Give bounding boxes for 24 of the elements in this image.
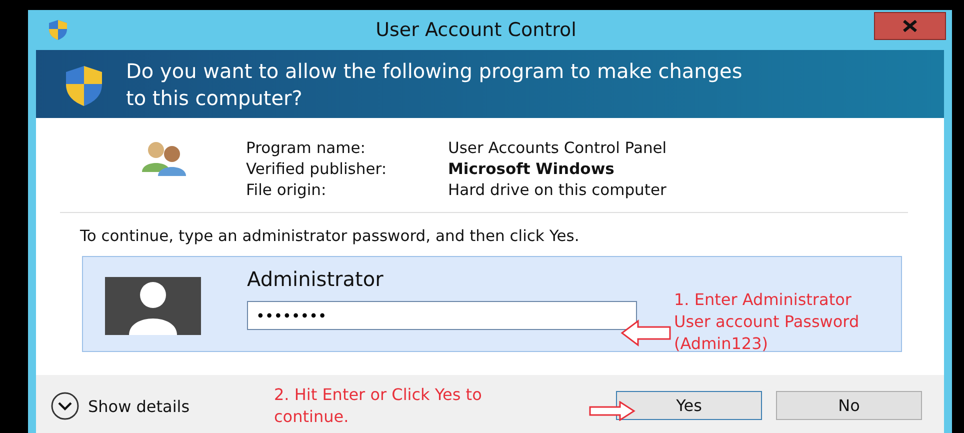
chevron-down-icon xyxy=(50,391,80,421)
dialog-button[interactable]: Yes xyxy=(616,391,762,420)
info-value: Hard drive on this computer xyxy=(448,180,667,201)
user-avatar-icon xyxy=(105,277,201,335)
password-field[interactable]: •••••••• xyxy=(247,301,637,330)
info-label: File origin: xyxy=(246,180,328,201)
annotation-text: 2. Hit Enter or Click Yes to continue. xyxy=(274,384,482,428)
dialog-button[interactable]: No xyxy=(776,391,922,420)
shield-icon xyxy=(48,19,68,41)
left-arrow-icon xyxy=(620,319,672,347)
shield-icon xyxy=(64,64,104,108)
window-title: User Account Control xyxy=(374,19,578,41)
close-icon xyxy=(902,20,918,32)
info-label: Program name: xyxy=(246,138,367,159)
prompt-question: Do you want to allow the following program to make changes to this computer? xyxy=(126,58,744,112)
info-label: Verified publisher: xyxy=(246,159,388,180)
user-name: Administrator xyxy=(247,267,384,291)
close-button[interactable] xyxy=(874,12,946,40)
right-arrow-icon xyxy=(588,401,636,421)
show-details-link[interactable]: Show details xyxy=(50,391,190,421)
instruction-text: To continue, type an administrator password, and then click Yes. xyxy=(80,227,580,245)
annotation-text: 1. Enter Administrator User account Password (Admin123) xyxy=(674,289,860,355)
info-value: Microsoft Windows xyxy=(448,159,616,180)
info-value: User Accounts Control Panel xyxy=(448,138,667,159)
